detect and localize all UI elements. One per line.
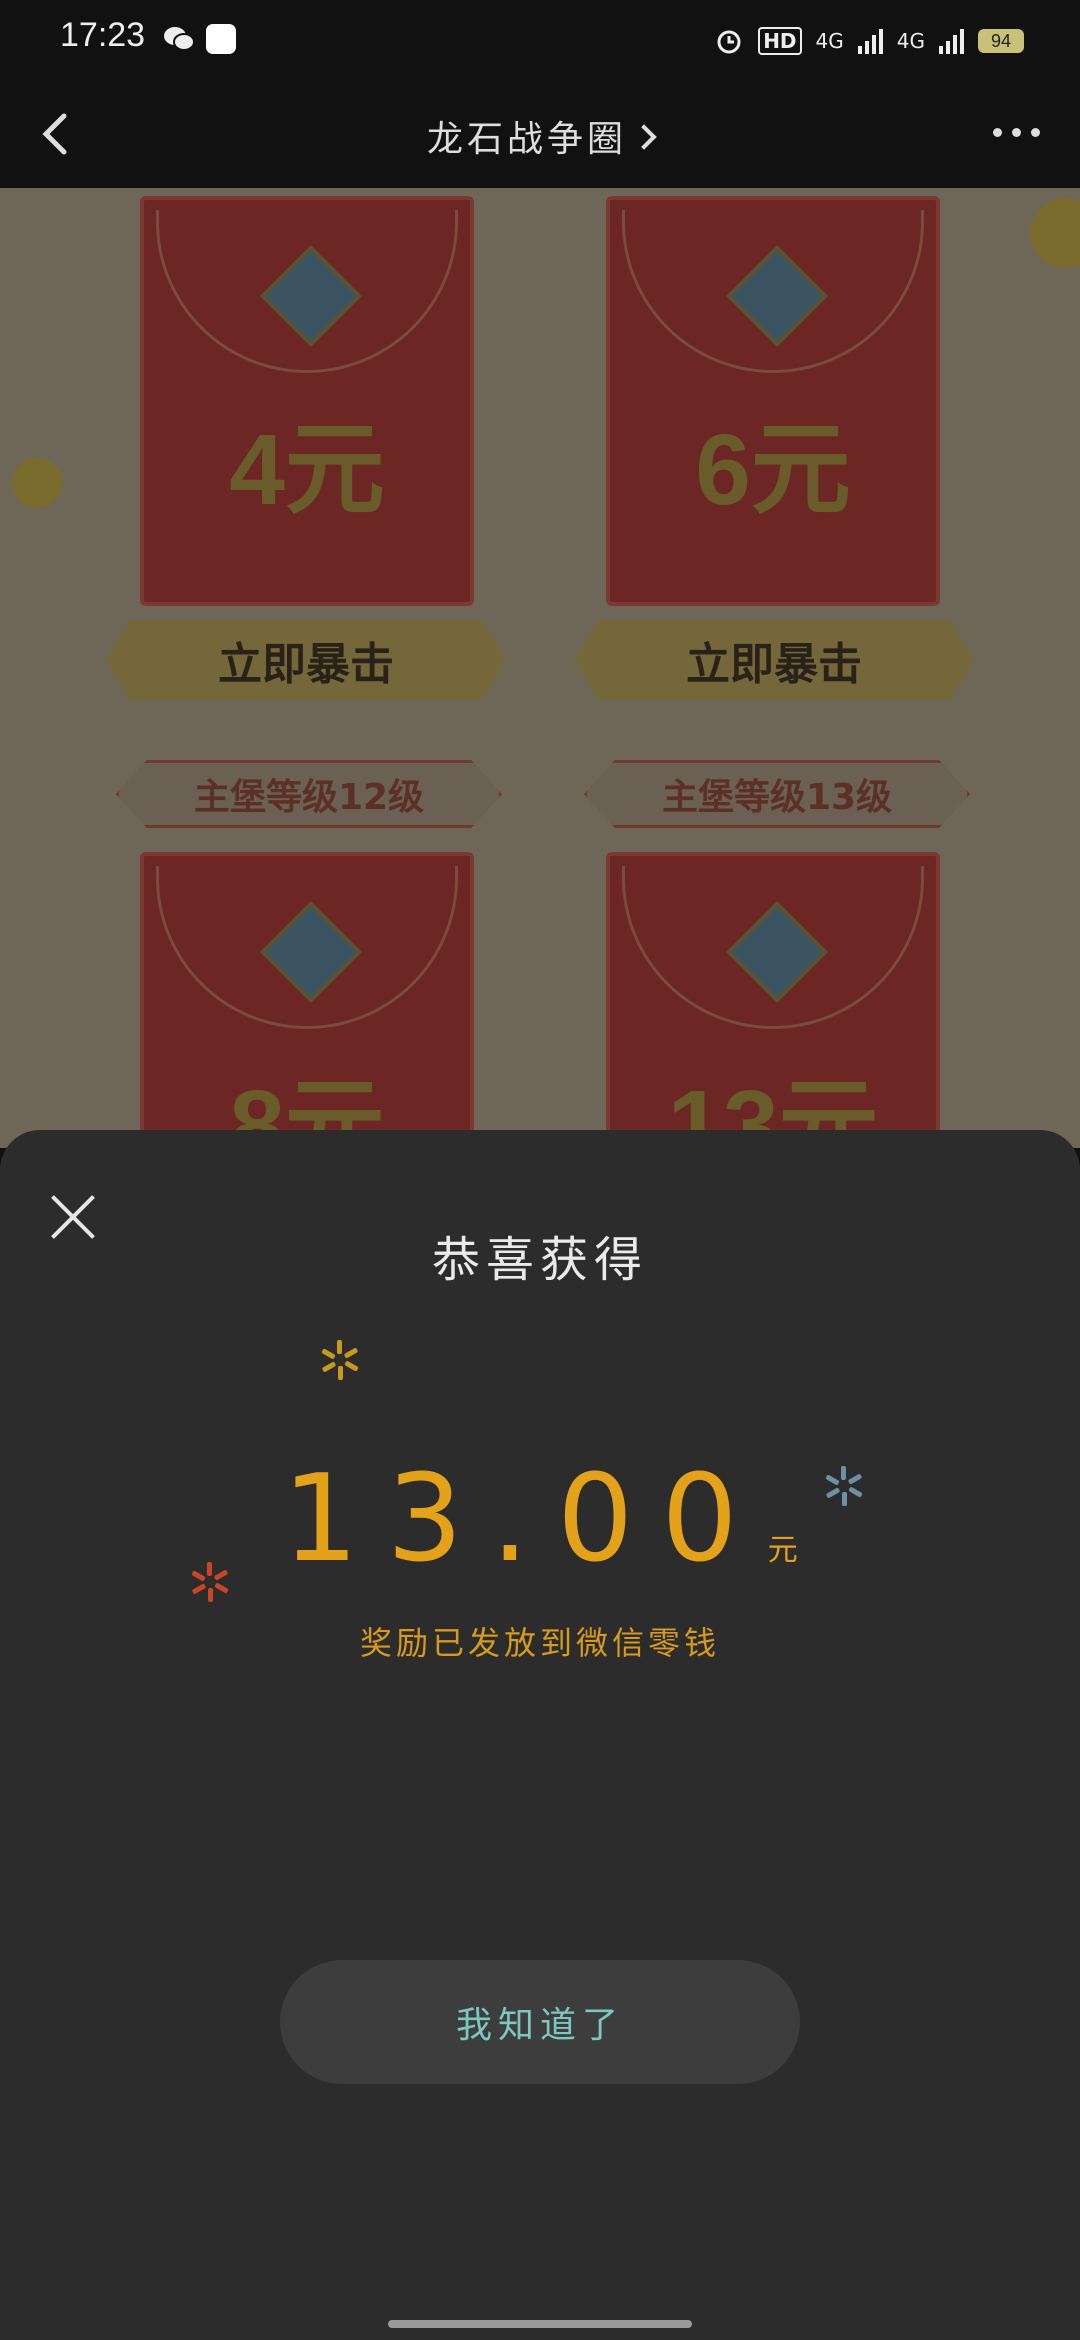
more-icon[interactable] [993, 128, 1040, 137]
reward-note: 奖励已发放到微信零钱 [359, 1624, 720, 1662]
status-bar: 17:23 HD 4G 4G 94 [0, 0, 1080, 80]
confirm-button-label: 我知道了 [455, 2005, 624, 2046]
nav-bar: 龙石战争圈 [0, 80, 1080, 188]
home-indicator[interactable] [388, 2320, 692, 2328]
reward-dialog: 恭喜获得 13.00元 奖励已发放到微信零钱 我知道了 [0, 1130, 1080, 2340]
reward-card[interactable]: 4元 [140, 196, 474, 606]
level-text: 主堡等级12级 [193, 777, 425, 818]
level-text: 主堡等级13级 [661, 777, 893, 818]
page-title-text: 龙石战争圈 [426, 119, 627, 160]
battery-level: 94 [990, 30, 1012, 51]
status-right: HD 4G 4G 94 [714, 22, 1024, 60]
app-icon [206, 24, 236, 54]
dialog-title: 恭喜获得 [431, 1232, 648, 1288]
network-label-1: 4G [815, 29, 844, 53]
banner-label: 立即暴击 [218, 639, 394, 690]
card-amount: 4元 [229, 414, 385, 526]
network-label-2: 4G [896, 29, 925, 53]
page-title[interactable]: 龙石战争圈 [0, 110, 1080, 162]
coin-decoration [12, 458, 62, 508]
reward-card[interactable]: 8元 [140, 852, 474, 1148]
level-label: 主堡等级13级 [584, 760, 970, 828]
coin-decoration [1030, 198, 1080, 268]
claim-banner-button[interactable]: 立即暴击 [574, 620, 974, 700]
signal-icon-2 [939, 28, 964, 54]
reward-card[interactable]: 13元 [606, 852, 940, 1148]
wechat-icon [164, 27, 195, 51]
status-time: 17:23 [60, 16, 146, 54]
reward-amount: 13.00元 [0, 1450, 1080, 1589]
hd-badge: HD [758, 27, 802, 55]
reward-card[interactable]: 6元 [606, 196, 940, 606]
banner-label: 立即暴击 [686, 639, 862, 690]
reward-amount-value: 13.00 [282, 1450, 766, 1589]
alarm-icon [717, 30, 741, 54]
confirm-button[interactable]: 我知道了 [280, 1960, 800, 2084]
reward-amount-unit: 元 [767, 1533, 798, 1568]
signal-icon [857, 28, 883, 54]
chevron-right-icon [631, 124, 657, 150]
sparkle-icon [316, 1336, 364, 1384]
level-label: 主堡等级12级 [116, 760, 502, 828]
background-content: 4元 6元 立即暴击 立即暴击 主堡等级12级 主堡等级13级 8元 13元 [0, 188, 1080, 1148]
battery-icon: 94 [978, 29, 1024, 53]
card-amount: 6元 [695, 414, 851, 526]
claim-banner-button[interactable]: 立即暴击 [106, 620, 506, 700]
